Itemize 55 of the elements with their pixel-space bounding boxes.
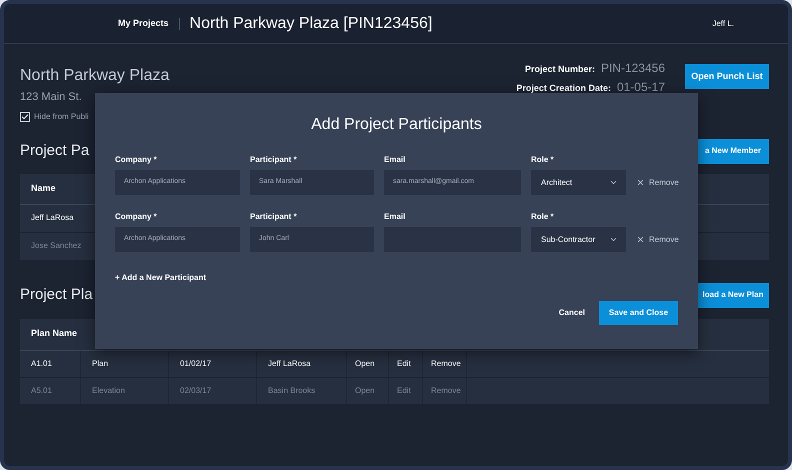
column-header: Name [31,182,56,195]
row-action-link[interactable]: Remove [431,358,461,370]
project-title: North Parkway Plaza [PIN123456] [190,14,432,34]
close-icon [636,235,645,244]
field-value: PIN-123456 [600,61,665,75]
field-value: 01-05-17 [616,80,665,94]
hide-label: Hide from Publi [34,110,89,122]
project-name: North Parkway Plaza [20,66,170,86]
field-label: Company * [115,211,158,223]
field-label: Project Creation Date: [516,82,611,95]
dialog-title: Add Project Participants [310,115,483,135]
remove-button[interactable]: Remove [636,170,679,195]
field-label: Role * [531,211,555,223]
table-cell: Jeff LaRosa [31,212,74,224]
table-cell: A1.01 [31,358,52,370]
table-cell: Elevation [92,384,125,396]
field-label: Participant * [250,154,298,166]
my-projects-link[interactable]: My Projects [118,16,169,30]
table-cell: 01/02/17 [180,358,212,370]
table-cell: A5.01 [31,384,52,396]
check-icon [21,112,29,120]
project-address: 123 Main St. [20,90,83,105]
caret-icon [609,235,618,244]
role-select[interactable]: Architect [531,170,626,195]
field-label: Company * [115,154,158,166]
field-label: Role * [531,154,555,166]
hide-checkbox[interactable] [20,112,30,122]
table-cell: Jose Sanchez [31,240,82,252]
remove-button[interactable]: Remove [636,227,679,252]
table-cell: Plan [92,358,108,370]
column-header: Plan Name [31,327,78,340]
table-cell: Basin Brooks [268,384,316,396]
open-punch-list-button[interactable]: Open Punch List [685,64,769,89]
table-cell: 02/03/17 [180,384,212,396]
table-cell: Jeff LaRosa [268,358,311,370]
cancel-button[interactable]: Cancel [554,307,589,319]
save-and-close-button[interactable]: Save and Close [599,301,678,325]
field-label: Email [384,154,406,166]
field-label: Participant * [250,211,298,223]
user-name[interactable]: Jeff L. [712,18,734,30]
row-action-link[interactable]: Edit [397,384,411,396]
close-icon [636,178,645,187]
upload-plan-button[interactable]: load a New Plan [697,282,769,308]
section-heading: Project Pla [20,284,93,305]
field-label: Email [384,211,406,223]
role-select[interactable]: Sub-Contractor [531,227,626,252]
section-heading: Project Pa [20,140,90,161]
row-action-link[interactable]: Edit [397,358,411,370]
field-label: Project Number: [524,63,595,76]
row-action-link[interactable]: Remove [431,384,461,396]
row-action-link[interactable]: Open [355,384,375,396]
add-member-button[interactable]: a New Member [697,138,769,164]
row-action-link[interactable]: Open [355,358,375,370]
caret-icon [609,178,618,187]
add-participant-link[interactable]: + Add a New Participant [115,272,206,284]
